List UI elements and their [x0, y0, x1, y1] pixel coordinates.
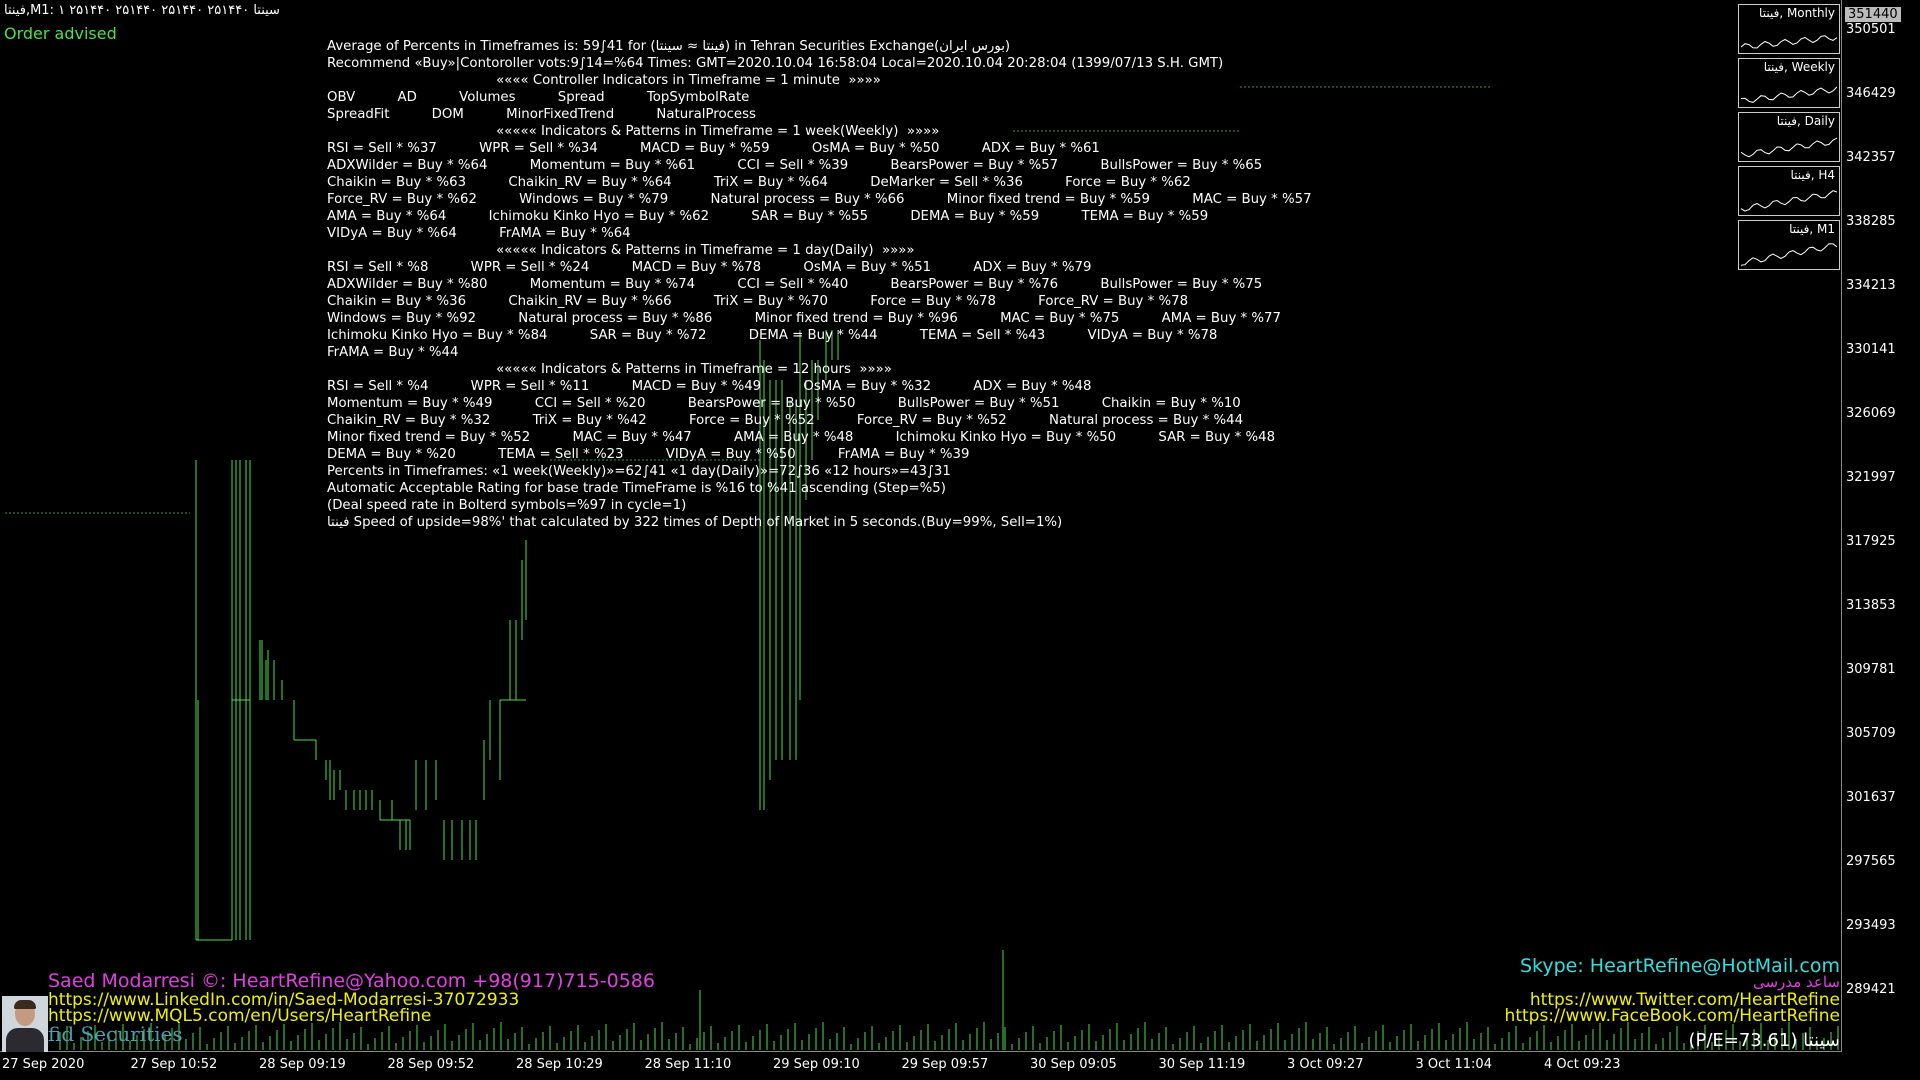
thumbnail-sparkline: [1741, 190, 1837, 212]
report-line: ««««« Indicators & Patterns in Timeframe…: [327, 124, 940, 139]
timeframe-thumbnail[interactable]: فینتا, M1: [1738, 220, 1840, 270]
indicator-report: Average of Percents in Timeframes is: 59…: [327, 38, 1312, 531]
pe-ratio: (P/E=73.61) سینتا: [1688, 1030, 1840, 1051]
price-tick-label: 317925: [1846, 534, 1896, 549]
price-tick-label: 309781: [1846, 662, 1896, 677]
report-line: OBV AD Volumes Spread TopSymbolRate: [327, 90, 750, 105]
price-tick-label: 301637: [1846, 790, 1896, 805]
timeframe-thumbnail[interactable]: فینتا, H4: [1738, 166, 1840, 216]
price-tick-label: 330141: [1846, 342, 1896, 357]
report-line: Momentum = Buy * %49 CCI = Sell * %20 Be…: [327, 396, 1241, 411]
time-tick-label: 30 Sep 11:19: [1158, 1057, 1246, 1072]
report-line: فینتا Speed of upside=98%' that calculat…: [327, 515, 1063, 530]
report-line: RSI = Sell * %37 WPR = Sell * %34 MACD =…: [327, 141, 1100, 156]
window-title: فینتا,M1: ۱ ۲۵۱۴۴۰ ۲۵۱۴۴۰ ۲۵۱۴۴۰ ۲۵۱۴۴۰ …: [4, 3, 280, 18]
time-axis[interactable]: 27 Sep 2020 27 Sep 10:52 28 Sep 09:19 28 Se…: [0, 1052, 1842, 1080]
current-price-tag: 351440: [1845, 7, 1901, 22]
time-tick-label: 27 Sep 10:52: [130, 1057, 218, 1072]
price-tick-label: 346429: [1846, 86, 1896, 101]
report-line: AMA = Buy * %64 Ichimoku Kinko Hyo = Buy…: [327, 209, 1209, 224]
report-line: ADXWilder = Buy * %80 Momentum = Buy * %…: [327, 277, 1263, 292]
report-line: RSI = Sell * %4 WPR = Sell * %11 MACD = …: [327, 379, 1092, 394]
time-tick-label: 30 Sep 09:05: [1030, 1057, 1117, 1072]
report-line: «««« Controller Indicators in Timeframe …: [327, 73, 881, 88]
report-line: VIDyA = Buy * %64 FrAMA = Buy * %64: [327, 226, 631, 241]
price-tick-label: 313853: [1846, 598, 1896, 613]
price-tick-label: 293493: [1846, 918, 1896, 933]
time-tick-label: 27 Sep 2020: [2, 1057, 85, 1072]
thumbnail-sparkline: [1741, 243, 1837, 266]
report-line: Automatic Acceptable Rating for base tra…: [327, 481, 946, 496]
price-tick-label: 321997: [1846, 470, 1896, 485]
time-tick-label: 28 Sep 10:29: [516, 1057, 603, 1072]
author-avatar: [2, 996, 48, 1052]
thumbnail-label: فینتا, Monthly: [1759, 6, 1835, 20]
report-line: Average of Percents in Timeframes is: 59…: [327, 39, 1011, 54]
report-line: ««««« Indicators & Patterns in Timeframe…: [327, 243, 915, 258]
time-tick-label: 4 Oct 09:23: [1544, 1057, 1621, 1072]
sparkline-path: [1741, 35, 1837, 49]
report-line: Windows = Buy * %92 Natural process = Bu…: [327, 311, 1281, 326]
price-tick-label: 338285: [1846, 214, 1896, 229]
price-axis[interactable]: 350501 346429 342357 338285 334213 330141 3260…: [1842, 0, 1920, 1052]
sparkline-path: [1741, 243, 1837, 266]
thumbnail-sparkline: [1741, 86, 1837, 103]
time-tick-label: 29 Sep 09:57: [901, 1057, 989, 1072]
order-status: Order advised: [4, 24, 117, 43]
author-contact: Saed Modarresi ©: HeartRefine@Yahoo.com …: [48, 970, 655, 992]
thumbnail-label: فینتا, H4: [1790, 168, 1835, 182]
report-line: Chaikin_RV = Buy * %32 TriX = Buy * %42 …: [327, 413, 1244, 428]
report-line: (Deal speed rate in Bolterd symbols=%97 …: [327, 498, 687, 513]
thumbnail-sparkline: [1741, 137, 1837, 158]
time-tick-label: 28 Sep 11:10: [644, 1057, 732, 1072]
time-tick-label: 3 Oct 11:04: [1415, 1057, 1492, 1072]
facebook-link[interactable]: https://www.FaceBook.com/HeartRefine: [1505, 1006, 1840, 1026]
report-line: Recommend «Buy»|Contoroller vots:9∫14=%6…: [327, 56, 1224, 71]
company-logo-text: fid Securities: [48, 1022, 183, 1046]
report-line: DEMA = Buy * %20 TEMA = Sell * %23 VIDyA…: [327, 447, 970, 462]
time-tick-label: 3 Oct 09:27: [1287, 1057, 1364, 1072]
thumbnail-label: فینتا, Weekly: [1763, 60, 1835, 74]
report-line: Chaikin = Buy * %63 Chaikin_RV = Buy * %…: [327, 175, 1191, 190]
report-line: SpreadFit DOM MinorFixedTrend NaturalPro…: [327, 107, 756, 122]
price-tick-label: 289421: [1846, 982, 1896, 997]
report-line: Ichimoku Kinko Hyo = Buy * %84 SAR = Buy…: [327, 328, 1218, 343]
report-line: Chaikin = Buy * %36 Chaikin_RV = Buy * %…: [327, 294, 1189, 309]
report-line: ««««« Indicators & Patterns in Timeframe…: [327, 362, 892, 377]
timeframe-thumbnail[interactable]: فینتا, Daily: [1738, 112, 1840, 162]
report-line: Percents in Timeframes: «1 week(Weekly)»…: [327, 464, 951, 479]
price-tick-label: 305709: [1846, 726, 1896, 741]
report-line: Minor fixed trend = Buy * %52 MAC = Buy …: [327, 430, 1276, 445]
time-tick-label: 28 Sep 09:52: [387, 1057, 475, 1072]
sparkline-path: [1741, 137, 1837, 158]
persian-author-name: ساعد مدرسی: [1753, 973, 1840, 991]
time-tick-label: 29 Sep 09:10: [773, 1057, 860, 1072]
report-line: ADXWilder = Buy * %64 Momentum = Buy * %…: [327, 158, 1263, 173]
timeframe-thumbnails: فینتا, Monthly فینتا, Weekly فینتا, Daily ف…: [1738, 4, 1842, 274]
report-line: RSI = Sell * %8 WPR = Sell * %24 MACD = …: [327, 260, 1092, 275]
thumbnail-label: فینتا, M1: [1789, 222, 1835, 236]
thumbnail-sparkline: [1741, 35, 1837, 49]
price-tick-label: 342357: [1846, 150, 1896, 165]
time-tick-label: 28 Sep 09:19: [259, 1057, 346, 1072]
report-line: FrAMA = Buy * %44: [327, 345, 459, 360]
timeframe-thumbnail[interactable]: فینتا, Weekly: [1738, 58, 1840, 108]
price-tick-label: 334213: [1846, 278, 1896, 293]
thumbnail-label: فینتا, Daily: [1776, 114, 1835, 128]
report-line: Force_RV = Buy * %62 Windows = Buy * %79…: [327, 192, 1312, 207]
sparkline-path: [1741, 190, 1837, 212]
price-tick-label: 326069: [1846, 406, 1896, 421]
sparkline-path: [1741, 86, 1837, 103]
timeframe-thumbnail[interactable]: فینتا, Monthly: [1738, 4, 1840, 54]
price-tick-label: 350501: [1846, 22, 1896, 37]
price-tick-label: 297565: [1846, 854, 1896, 869]
